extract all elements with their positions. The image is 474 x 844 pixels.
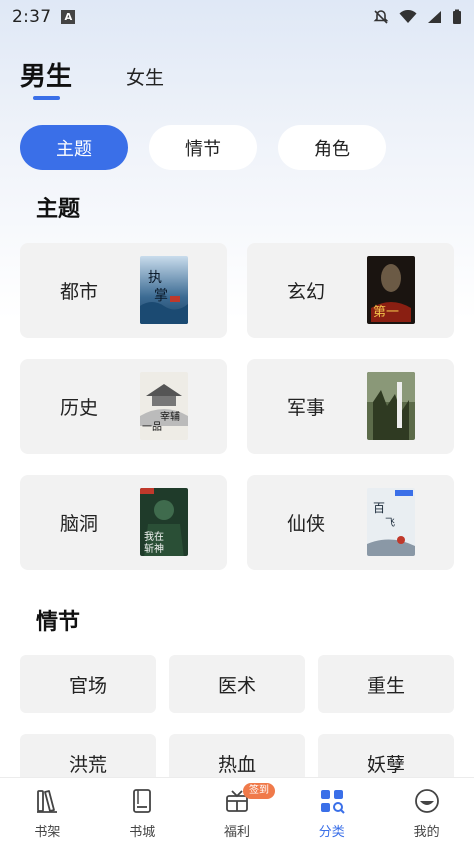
- book-icon: [129, 788, 155, 818]
- nav-label: 我的: [413, 825, 440, 840]
- theme-card-military[interactable]: 军事: [247, 359, 454, 454]
- category-icon: [319, 788, 345, 818]
- nav-label: 书架: [34, 825, 61, 840]
- dark-red-cover: 第一: [367, 256, 415, 324]
- theme-card-label: 玄幻: [287, 281, 326, 303]
- nav-label: 福利: [223, 825, 250, 840]
- wifi-icon: [399, 10, 417, 24]
- gender-tabs: 男生 女生: [20, 56, 164, 100]
- plot-section-title: 情节: [36, 610, 81, 635]
- svg-text:宰辅: 宰辅: [160, 410, 180, 423]
- svg-text:一品: 一品: [142, 421, 162, 433]
- plot-chip-rebirth[interactable]: 重生: [318, 655, 454, 713]
- plot-chip-officialdom[interactable]: 官场: [20, 655, 156, 713]
- theme-card-label: 都市: [60, 281, 99, 303]
- bookshelf-icon: [34, 788, 60, 818]
- theme-card-xianxia[interactable]: 仙侠 百 飞: [247, 475, 454, 570]
- theme-card-history[interactable]: 历史 一品 宰辅: [20, 359, 227, 454]
- filter-plot-chip[interactable]: 情节: [149, 125, 257, 170]
- svg-text:百: 百: [373, 501, 385, 515]
- filter-role-chip[interactable]: 角色: [278, 125, 386, 170]
- notification-a-icon: A: [61, 10, 76, 24]
- svg-text:掌: 掌: [154, 288, 168, 304]
- tab-male[interactable]: 男生: [20, 56, 72, 100]
- nav-bookstore[interactable]: 书城: [95, 778, 190, 844]
- green-warrior-cover: 我在 斩神: [140, 488, 188, 556]
- theme-card-brainstorm[interactable]: 脑洞 我在 斩神: [20, 475, 227, 570]
- svg-text:执: 执: [148, 270, 162, 286]
- blue-ocean-cover: 执 掌: [140, 256, 188, 324]
- theme-card-label: 仙侠: [287, 513, 326, 535]
- nav-welfare[interactable]: 签到 福利: [190, 778, 285, 844]
- svg-text:飞: 飞: [385, 518, 395, 529]
- checkin-badge: 签到: [242, 783, 275, 799]
- mute-bell-icon: [373, 9, 389, 25]
- theme-card-label: 军事: [287, 397, 326, 419]
- svg-text:第一: 第一: [373, 305, 399, 320]
- plot-chip-medicine[interactable]: 医术: [169, 655, 305, 713]
- nav-bookshelf[interactable]: 书架: [0, 778, 95, 844]
- ink-palace-cover: 一品 宰辅: [140, 372, 188, 440]
- nav-label: 分类: [318, 825, 345, 840]
- signal-icon: [427, 10, 442, 24]
- military-green-cover: [367, 372, 415, 440]
- theme-card-label: 历史: [60, 397, 99, 419]
- theme-card-urban[interactable]: 都市 执 掌: [20, 243, 227, 338]
- theme-section-title: 主题: [36, 197, 81, 222]
- ink-immortal-cover: 百 飞: [367, 488, 415, 556]
- svg-text:我在: 我在: [144, 531, 164, 543]
- svg-text:斩神: 斩神: [144, 542, 164, 555]
- theme-card-label: 脑洞: [60, 513, 99, 535]
- battery-icon: [452, 9, 462, 25]
- filter-theme-chip[interactable]: 主题: [20, 125, 128, 170]
- bottom-navigation: 书架 书城 签到 福利 分类 我的: [0, 777, 474, 844]
- nav-profile[interactable]: 我的: [379, 778, 474, 844]
- tab-female[interactable]: 女生: [126, 63, 164, 93]
- nav-label: 书城: [129, 825, 156, 840]
- theme-card-fantasy[interactable]: 玄幻 第一: [247, 243, 454, 338]
- category-filter-row: 主题 情节 角色: [20, 125, 386, 170]
- nav-category[interactable]: 分类: [284, 778, 379, 844]
- status-time: 2:37: [12, 7, 52, 27]
- profile-icon: [414, 788, 440, 818]
- status-bar: 2:37 A: [0, 0, 474, 34]
